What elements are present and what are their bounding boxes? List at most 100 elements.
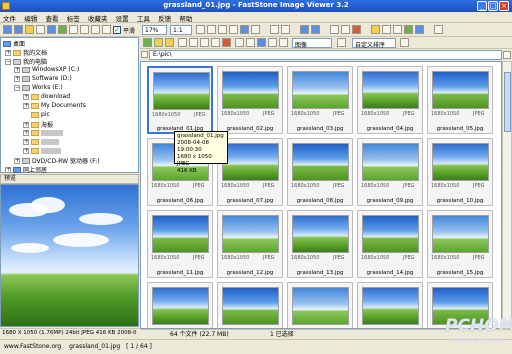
select-all-icon[interactable] [178,38,187,47]
tree-item-download[interactable]: + download [23,93,70,102]
scrollbar-thumb[interactable] [504,72,511,132]
up-folder-icon[interactable] [143,38,152,47]
thumbnail-card[interactable] [147,282,213,328]
menu-help[interactable]: 帮助 [176,12,195,23]
expand-icon[interactable]: + [14,157,20,164]
expand-icon[interactable]: + [5,49,11,56]
expand-icon[interactable]: + [23,93,29,100]
sort-select[interactable]: 自定义排序 [352,38,396,49]
minimize-button[interactable]: _ [477,1,487,11]
menu-edit[interactable]: 编辑 [21,12,40,23]
expand-icon[interactable]: + [23,147,29,154]
expand-icon[interactable]: + [5,166,11,173]
thumbnail-card[interactable]: 1680x1050 JPEG [147,66,213,134]
print-icon[interactable] [382,25,391,34]
expand-icon[interactable]: + [23,121,29,128]
menu-settings[interactable]: 设置 [113,12,132,23]
tree-item-my-documents[interactable]: + 我的文档 [5,48,47,57]
list-icon[interactable] [268,38,277,47]
thumbnail-icon[interactable] [80,25,89,34]
maximize-button[interactable]: □ [488,1,498,11]
thumbnail-card[interactable]: 1680x1050 JPEG [217,210,283,278]
thumbnails-icon[interactable] [257,38,266,47]
dropdown-icon[interactable] [337,38,346,47]
thumbnail-card[interactable] [357,282,423,328]
favorites-icon[interactable] [165,38,174,47]
menu-file[interactable]: 文件 [0,12,19,23]
ratio-select[interactable]: 1:1 [170,25,192,35]
zoom-select[interactable]: 17% [142,25,167,35]
expand-icon[interactable]: + [23,138,29,145]
copy-to-icon[interactable] [200,38,209,47]
chevron-down-icon[interactable] [503,51,511,59]
deselect-icon[interactable] [189,38,198,47]
move-to-icon[interactable] [211,38,220,47]
thumbnail-card[interactable]: 1680x1050 JPEG [357,210,423,278]
tree-item-blurred-3[interactable]: + [23,147,61,156]
menu-feedback[interactable]: 反馈 [155,12,174,23]
tree-item-blurred-2[interactable]: + [23,138,59,147]
details-icon[interactable] [246,38,255,47]
color-icon[interactable] [240,25,249,34]
delete-file-icon[interactable] [222,38,231,47]
site-link[interactable]: www.FastStone.org [4,343,61,350]
slideshow-icon[interactable] [69,25,78,34]
exit-icon[interactable] [434,25,443,34]
first-image-icon[interactable] [300,25,309,34]
tree-item-desktop[interactable]: 桌面 [3,39,25,48]
menu-tags[interactable]: 标签 [64,12,83,23]
close-button[interactable]: × [499,1,509,11]
thumbnail-card[interactable]: 1680x1050 JPEG [287,66,353,134]
wallpaper-icon[interactable] [393,25,402,34]
thumbnail-card[interactable]: 1680x1050 JPEG [147,210,213,278]
expand-icon[interactable]: + [14,66,20,73]
thumbnail-card[interactable]: 1680x1050 JPEG [217,66,283,134]
tree-item-drive-c[interactable]: + WindowsXP (C:) [14,66,79,75]
thumbnail-card[interactable]: 1680x1050 JPEG [427,138,493,206]
expand-icon[interactable]: + [23,129,29,136]
help-icon[interactable] [415,25,424,34]
prev-image-icon[interactable] [270,25,279,34]
thumbnail-card[interactable]: 1680x1050 JPEG [357,138,423,206]
menu-favorites[interactable]: 收藏夹 [85,12,111,23]
next-image-icon[interactable] [281,25,290,34]
move-icon[interactable] [341,25,350,34]
copy-icon[interactable] [330,25,339,34]
browser-icon[interactable] [47,25,56,34]
tree-item-drive-e[interactable]: − Works (E:) [14,84,63,93]
folder-up-icon[interactable] [25,25,34,34]
effects-icon[interactable] [251,25,260,34]
delete-icon[interactable] [352,25,361,34]
new-folder-icon[interactable] [154,38,163,47]
menu-tools[interactable]: 工具 [134,12,153,23]
thumbnail-card[interactable] [217,282,283,328]
last-image-icon[interactable] [311,25,320,34]
crop-icon[interactable] [218,25,227,34]
tree-item-poster[interactable]: + 海报 [23,120,53,129]
resize-icon[interactable] [229,25,238,34]
thumbnail-card[interactable]: 1680x1050 JPEG [287,210,353,278]
rotate-right-icon[interactable] [207,25,216,34]
tree-item-my-computer[interactable]: − 我的电脑 [5,57,47,66]
thumbnail-card[interactable]: 1680x1050 JPEG [427,210,493,278]
tree-item-my-documents-e[interactable]: + My Documents [23,102,86,111]
view-mode-icon[interactable] [235,38,244,47]
zoom-in-icon[interactable] [91,25,100,34]
zoom-out-icon[interactable] [102,25,111,34]
expand-icon[interactable]: + [14,75,20,82]
tree-item-pic[interactable]: pic [31,111,50,120]
forward-icon[interactable] [14,25,23,34]
thumbnail-card[interactable]: 1680x1050 JPEG [287,138,353,206]
back-icon[interactable] [3,25,12,34]
thumbnail-card[interactable]: 1680x1050 JPEG [427,66,493,134]
thumbnail-card[interactable]: 1680x1050 JPEG [357,66,423,134]
expand-icon[interactable]: + [23,102,29,109]
vertical-scrollbar[interactable] [502,61,512,329]
rotate-left-icon[interactable] [196,25,205,34]
settings-icon[interactable] [404,25,413,34]
collapse-icon[interactable]: − [14,84,20,91]
smooth-checkbox[interactable]: ✓ [113,26,121,34]
thumbnail-card[interactable] [287,282,353,328]
tiles-icon[interactable] [279,38,288,47]
filter-select[interactable]: 图像 [292,38,332,49]
